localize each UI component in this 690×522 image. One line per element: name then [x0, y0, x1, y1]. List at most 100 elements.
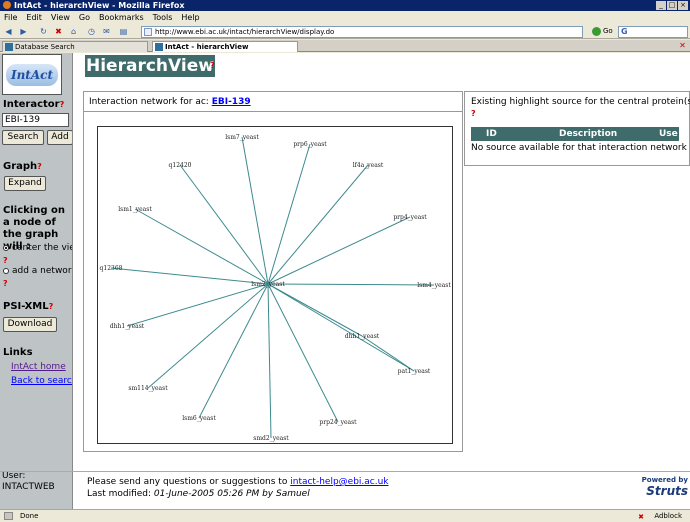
- add-button[interactable]: Add: [47, 130, 72, 145]
- mail-icon[interactable]: ✉: [101, 26, 112, 37]
- graph-node[interactable]: lf4a_yeast: [353, 162, 384, 169]
- page-title: HierarchView: [85, 55, 215, 77]
- maximize-button[interactable]: □: [667, 1, 677, 10]
- psixml-heading: PSI-XML?: [3, 301, 54, 312]
- address-bar[interactable]: http://www.ebi.ac.uk/intact/hierarchView…: [141, 26, 583, 38]
- graph-node[interactable]: prp4_yeast: [393, 214, 427, 221]
- history-icon[interactable]: ◷: [86, 26, 97, 37]
- highlight-text: Existing highlight source for the centra…: [471, 97, 690, 107]
- forward-icon[interactable]: ▶: [18, 26, 29, 37]
- interaction-graph[interactable]: lsm7_yeast prp6_yeast lf4a_yeast prp4_yeast…: [97, 126, 453, 444]
- go-button[interactable]: Go: [592, 26, 613, 37]
- graph-node[interactable]: prp24_yeast: [319, 419, 357, 426]
- adblock-label[interactable]: Adblock: [654, 510, 682, 522]
- graph-node[interactable]: lsm7_yeast: [225, 134, 259, 141]
- help-icon-center[interactable]: ?: [3, 255, 8, 266]
- graph-node[interactable]: pat1_yeast: [398, 368, 431, 375]
- highlight-panel: Existing highlight source for the centra…: [464, 91, 690, 166]
- tab-bar: Database Search IntAct - hierarchView ✕: [0, 40, 690, 52]
- struts-logo[interactable]: Powered by Struts: [632, 476, 688, 498]
- interactor-heading: Interactor?: [3, 99, 65, 110]
- status-bar: Done ✖ Adblock: [0, 509, 690, 522]
- graph-edge: [126, 283, 269, 327]
- graph-node[interactable]: lsm1_yeast: [118, 206, 152, 213]
- sidebar: IntAct Interactor? EBI-139 Search Add Gr…: [0, 53, 73, 509]
- link-back-to-search[interactable]: Back to search: [11, 376, 72, 387]
- help-icon[interactable]: ?: [210, 61, 215, 70]
- navigation-toolbar: ◀ ▶ ↻ ✖ ⌂ ◷ ✉ ▤ http://www.ebi.ac.uk/int…: [0, 24, 690, 39]
- graph-node[interactable]: lsm4_yeast: [417, 282, 451, 289]
- col-use: Use: [659, 129, 678, 139]
- col-id: ID: [486, 129, 497, 139]
- tab-hierarchview[interactable]: IntAct - hierarchView: [152, 41, 298, 52]
- contact-email-link[interactable]: intact-help@ebi.ac.uk: [290, 477, 388, 487]
- menu-go[interactable]: Go: [79, 11, 90, 24]
- link-intact-home[interactable]: IntAct home: [11, 362, 66, 373]
- interactor-input[interactable]: EBI-139: [2, 113, 69, 127]
- menu-bar: File Edit View Go Bookmarks Tools Help: [0, 11, 690, 24]
- menu-file[interactable]: File: [4, 11, 17, 24]
- graph-svg[interactable]: lsm7_yeast prp6_yeast lf4a_yeast prp4_yeast…: [98, 127, 454, 445]
- user-name: INTACTWEB: [2, 482, 55, 492]
- close-window-button[interactable]: ×: [678, 1, 688, 10]
- menu-view[interactable]: View: [51, 11, 70, 24]
- graph-edge: [267, 283, 272, 439]
- radio-add-network[interactable]: add a network: [3, 266, 72, 277]
- graph-edge: [267, 283, 435, 286]
- menu-bookmarks[interactable]: Bookmarks: [99, 11, 144, 24]
- highlight-table-header: ID Description Use: [471, 127, 679, 141]
- network-panel: Interaction network for ac: EBI-139 lsm7…: [83, 91, 463, 452]
- graph-node[interactable]: q12420: [169, 162, 192, 169]
- graph-node[interactable]: dhh1_yeast: [345, 333, 380, 340]
- back-icon[interactable]: ◀: [3, 26, 14, 37]
- home-icon[interactable]: ⌂: [68, 26, 79, 37]
- help-icon[interactable]: ?: [471, 109, 476, 118]
- graph-node[interactable]: dhh1_yeast: [110, 323, 145, 330]
- help-icon[interactable]: ?: [37, 162, 42, 171]
- print-icon[interactable]: ▤: [118, 26, 129, 37]
- network-header: Interaction network for ac: EBI-139: [84, 92, 462, 112]
- window-title: IntAct - hierarchView - Mozilla Firefox: [14, 1, 185, 10]
- firefox-icon: [3, 1, 11, 9]
- help-icon[interactable]: ?: [60, 100, 65, 109]
- footer-modified: Last modified: 01-June-2005 05:26 PM by …: [87, 489, 310, 499]
- search-button[interactable]: Search: [2, 130, 44, 145]
- status-text: Done: [20, 512, 39, 520]
- graph-edge: [361, 335, 415, 372]
- graph-node[interactable]: lsm6_yeast: [182, 415, 216, 422]
- graph-node[interactable]: q12368: [100, 265, 123, 272]
- adblock-icon[interactable]: ✖: [638, 511, 644, 522]
- status-icon: [4, 512, 13, 520]
- graph-center-node[interactable]: lsm2_yeast: [251, 281, 285, 288]
- expand-button[interactable]: Expand: [4, 176, 46, 191]
- intact-logo[interactable]: IntAct: [2, 54, 62, 95]
- help-icon[interactable]: ?: [49, 302, 54, 311]
- web-search-box[interactable]: G: [618, 26, 688, 38]
- user-info: User: INTACTWEB: [2, 471, 55, 493]
- main-area: HierarchView ? Interaction network for a…: [74, 53, 690, 509]
- radio-center-view[interactable]: center the view: [3, 243, 72, 254]
- title-bar: IntAct - hierarchView - Mozilla Firefox …: [0, 0, 690, 11]
- tab-database-search[interactable]: Database Search: [2, 41, 148, 52]
- graph-edge: [198, 283, 269, 419]
- browser-window: IntAct - hierarchView - Mozilla Firefox …: [0, 0, 690, 522]
- user-label: User:: [2, 471, 26, 481]
- graph-node[interactable]: smd2_yeast: [253, 435, 289, 442]
- menu-edit[interactable]: Edit: [26, 11, 42, 24]
- graph-node[interactable]: sm114_yeast: [128, 385, 168, 392]
- reload-icon[interactable]: ↻: [38, 26, 49, 37]
- menu-tools[interactable]: Tools: [153, 11, 173, 24]
- help-icon-add[interactable]: ?: [3, 278, 8, 289]
- menu-help[interactable]: Help: [181, 11, 199, 24]
- minimize-button[interactable]: _: [656, 1, 666, 10]
- graph-heading: Graph?: [3, 161, 42, 172]
- network-ac-link[interactable]: EBI-139: [212, 97, 251, 107]
- graph-edge: [267, 216, 411, 285]
- close-tab-icon[interactable]: ✕: [678, 41, 687, 50]
- col-description: Description: [559, 129, 618, 139]
- stop-icon[interactable]: ✖: [53, 26, 64, 37]
- radio-selected-icon: [3, 244, 9, 251]
- page-icon: [144, 28, 152, 36]
- graph-node[interactable]: prp6_yeast: [293, 141, 327, 148]
- download-button[interactable]: Download: [3, 317, 57, 332]
